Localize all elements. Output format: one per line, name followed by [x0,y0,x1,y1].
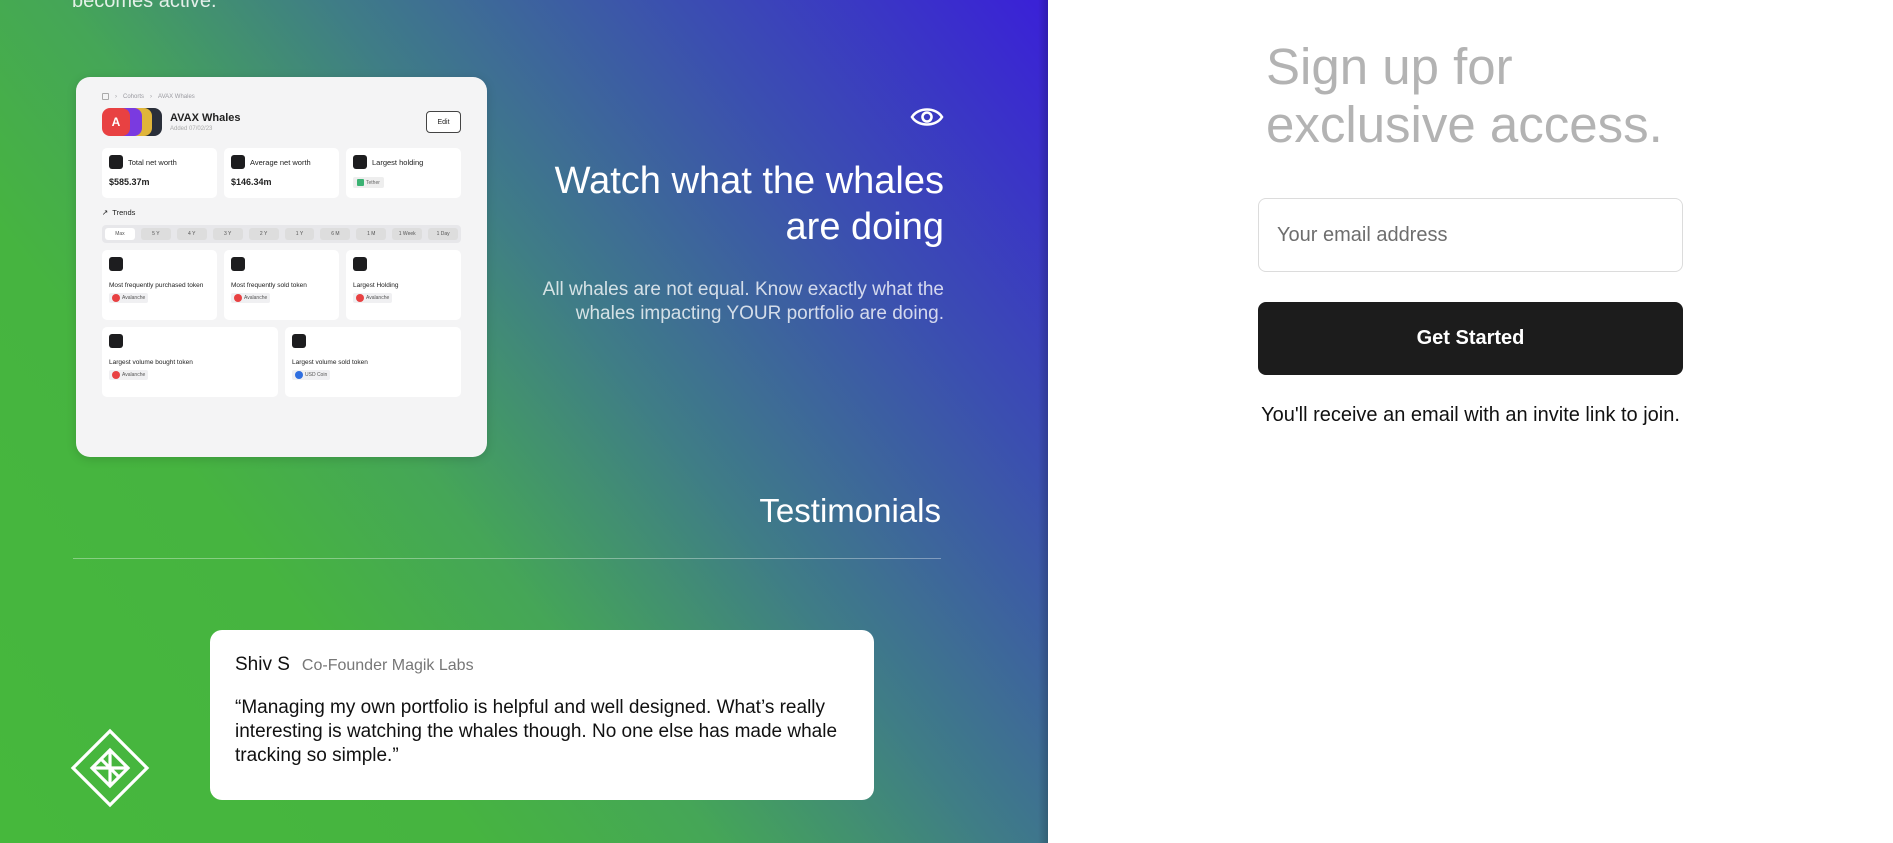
left-panel: becomes active. › Cohorts › AVAX Whales … [0,0,1048,843]
timeframe-selector: Max 5 Y 4 Y 3 Y 2 Y 1 Y 6 M 1 M 1 Week 1… [102,225,461,243]
tag-icon [292,334,306,348]
trends-label: ↗ Trends [102,208,136,217]
timeframe-option: 1 Day [428,228,459,240]
timeframe-option: 4 Y [176,228,207,240]
home-icon [102,93,109,100]
token-tag: Tether [353,177,384,188]
divider [73,558,941,559]
timeframe-option: 3 Y [212,228,243,240]
clock-icon [109,155,123,169]
breadcrumb-item: AVAX Whales [158,93,195,100]
timeframe-option: 5 Y [140,228,171,240]
tag-icon [231,257,245,271]
testimonial-author: Shiv S [235,654,290,675]
insight-label: Largest Holding [353,282,399,289]
tether-icon [357,179,364,186]
timeframe-option: 2 Y [248,228,279,240]
signup-panel: Sign up for exclusive access. Get Starte… [1048,0,1893,843]
insight-label: Largest volume bought token [109,359,193,366]
testimonial-role: Co-Founder Magik Labs [301,657,474,674]
brand-logo [70,728,150,808]
insight-card: Largest volume sold token USD Coin [285,327,461,397]
avalanche-icon [234,294,242,303]
insight-card: Most frequently purchased token Avalanch… [102,250,217,320]
stat-card: Average net worth $146.34m [224,148,339,198]
stat-card: Total net worth $585.37m [102,148,217,198]
stat-card: Largest holding Tether [346,148,461,198]
watch-subtitle: All whales are not equal. Know exactly w… [542,279,944,324]
avalanche-icon [112,371,120,380]
trophy-icon [353,155,367,169]
insight-label: Largest volume sold token [292,359,368,366]
edit-button: Edit [426,111,461,133]
stat-label: Total net worth [128,157,177,167]
dashboard-preview: › Cohorts › AVAX Whales A AVAX Whales Ad… [76,77,487,457]
timeframe-option: 6 M [320,228,351,240]
dashboard-title: AVAX Whales [170,112,241,124]
usd-coin-icon [295,371,303,380]
stats-row: Total net worth $585.37m Average net wor… [102,148,461,198]
testimonials-heading: Testimonials [759,492,941,529]
token-chip: USD Coin [292,370,331,381]
dashboard-subtitle: Added 07/02/23 [170,126,213,132]
token-avatars: A [102,108,164,136]
invite-note: You'll receive an email with an invite l… [1261,404,1680,426]
insight-label: Most frequently purchased token [109,282,204,289]
token-chip: Avalanche [231,293,271,304]
breadcrumb-item: Cohorts [123,93,145,100]
token-chip: Avalanche [109,370,149,381]
insight-label: Most frequently sold token [231,282,307,289]
signup-title: Sign up for exclusive access. [1266,38,1663,153]
timeframe-option: 1 M [356,228,387,240]
timeframe-option: 1 Y [284,228,315,240]
stat-label: Average net worth [250,157,311,167]
dashboard-header: A AVAX Whales Added 07/02/23 Edit [102,108,461,136]
insight-row: Largest volume bought token Avalanche La… [102,327,461,397]
testimonial-card: Shiv S Co-Founder Magik Labs “Managing m… [210,630,874,800]
trend-icon: ↗ [102,208,109,217]
email-field[interactable] [1258,198,1683,272]
insight-row: Most frequently purchased token Avalanch… [102,250,461,320]
cart-icon [109,334,123,348]
stat-value: $146.34m [231,177,272,187]
cart-icon [109,257,123,271]
insight-card: Largest Holding Avalanche [346,250,461,320]
avalanche-icon [356,294,364,303]
stat-label: Largest holding [372,157,424,167]
testimonial-quote: “Managing my own portfolio is helpful an… [235,697,838,766]
stat-value: $585.37m [109,177,150,187]
breadcrumb: › Cohorts › AVAX Whales [102,93,461,100]
wallet-icon [353,257,367,271]
star-icon [231,155,245,169]
avalanche-icon [112,294,120,303]
timeframe-option: Max [105,228,135,240]
cut-off-text: becomes active. [72,0,217,12]
timeframe-option: 1 Week [392,228,423,240]
watch-title: Watch what the whales are doing [554,160,944,248]
get-started-button[interactable]: Get Started [1258,302,1683,375]
insight-card: Most frequently sold token Avalanche [224,250,339,320]
token-chip: Avalanche [353,293,393,304]
avalanche-icon: A [102,108,130,136]
insight-card: Largest volume bought token Avalanche [102,327,278,397]
token-chip: Avalanche [109,293,149,304]
eye-icon [910,108,944,126]
